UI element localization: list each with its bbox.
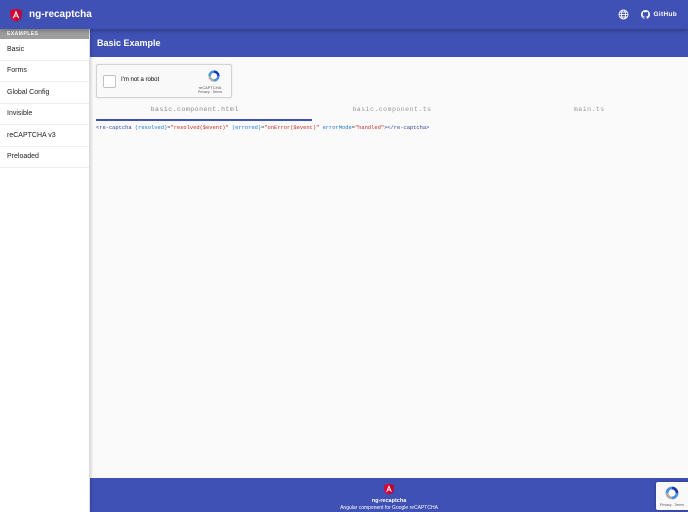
sidebar-item-basic[interactable]: Basic: [0, 39, 89, 61]
sidebar-item-global-config[interactable]: Global Config: [0, 82, 89, 104]
source-tabs: basic.component.html basic.component.ts …: [96, 101, 688, 121]
code-attr-error-mode: errorMode: [322, 125, 352, 131]
code-open-tag: <re-captcha: [96, 125, 132, 131]
globe-icon[interactable]: [618, 9, 629, 20]
tab-main-ts[interactable]: main.ts: [491, 101, 688, 121]
sidebar: EXAMPLES Basic Forms Global Config Invis…: [0, 29, 90, 512]
footer-subtitle: Angular component for Google reCAPTCHA: [340, 505, 438, 511]
code-attr-resolved: (resolved): [134, 125, 168, 131]
recaptcha-logo-icon: [208, 70, 220, 82]
github-label: GitHub: [653, 11, 677, 18]
sidebar-item-forms[interactable]: Forms: [0, 61, 89, 82]
app-title[interactable]: ng-recaptcha: [29, 9, 92, 20]
code-close-tag: ></re-captcha>: [384, 125, 430, 131]
footer-title: ng-recaptcha: [371, 498, 407, 504]
topbar-actions: GitHub: [618, 9, 677, 20]
recaptcha-logo-icon: [665, 486, 679, 500]
angular-logo-icon[interactable]: [9, 8, 23, 22]
github-icon: [640, 10, 650, 19]
badge-terms-link[interactable]: Privacy - Terms: [656, 503, 688, 507]
tab-basic-component-ts[interactable]: basic.component.ts: [293, 101, 490, 121]
page-title: Basic Example: [97, 38, 161, 48]
recaptcha-checkbox[interactable]: [103, 75, 116, 88]
main-content: I'm not a robot reCAPTCHA Privacy - Term…: [90, 57, 688, 478]
active-tab-indicator: [96, 119, 312, 121]
code-block: <re-captcha (resolved)="resolved($event)…: [96, 125, 430, 131]
sidebar-item-recaptcha-v3[interactable]: reCAPTCHA v3: [0, 125, 89, 147]
sidebar-item-preloaded[interactable]: Preloaded: [0, 147, 89, 168]
recaptcha-label: I'm not a robot: [121, 77, 160, 83]
recaptcha-terms-link[interactable]: Privacy - Terms: [195, 90, 225, 94]
top-app-bar: ng-recaptcha GitHub: [0, 0, 688, 29]
sidebar-item-invisible[interactable]: Invisible: [0, 104, 89, 125]
code-value-error-mode: "handled": [354, 125, 385, 131]
footer: ng-recaptcha Angular component for Googl…: [90, 478, 688, 512]
code-attr-errored: (errored): [231, 125, 262, 131]
sidebar-header: EXAMPLES: [0, 29, 89, 39]
code-value-errored: "onError($event)": [264, 125, 320, 131]
recaptcha-badge[interactable]: Privacy - Terms: [656, 482, 688, 510]
recaptcha-widget: I'm not a robot reCAPTCHA Privacy - Term…: [96, 64, 232, 98]
tab-basic-component-html[interactable]: basic.component.html: [96, 101, 293, 121]
angular-logo-icon: [383, 483, 395, 495]
page-header: Basic Example: [90, 29, 688, 57]
code-value-resolved: "resolved($event)": [170, 125, 229, 131]
github-link[interactable]: GitHub: [640, 10, 677, 19]
